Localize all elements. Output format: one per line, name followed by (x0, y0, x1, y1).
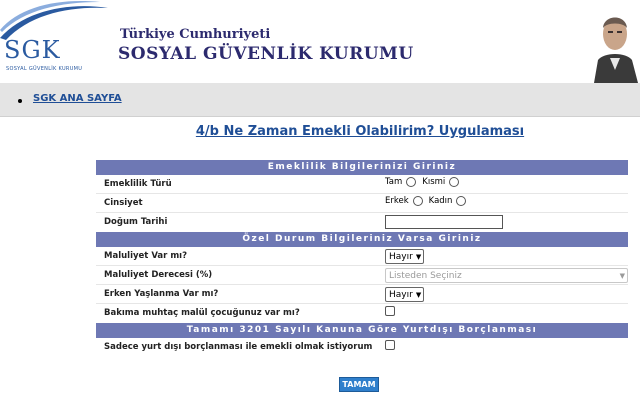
early-aging-label: Erken Yaşlanma Var mı? (104, 289, 219, 299)
row-birth-date: Doğum Tarihi (96, 213, 628, 232)
gender-male-radio[interactable] (412, 196, 423, 206)
option-male-label: Erkek (385, 196, 409, 206)
ataturk-portrait-icon (590, 0, 640, 83)
site-header: SGK SOSYAL GÜVENLİK KURUMU Türkiye Cumhu… (0, 0, 640, 83)
chevron-down-icon: ▼ (415, 252, 422, 261)
disabled-child-checkbox[interactable] (385, 306, 395, 316)
org-name: SOSYAL GÜVENLİK KURUMU (118, 44, 414, 64)
disabled-child-label: Bakıma muhtaç malül çocuğunuz var mı? (104, 308, 300, 318)
abroad-only-label: Sadece yurt dışı borçlanması ile emekli … (104, 342, 373, 352)
retirement-type-radios: Tam Kısmi (385, 177, 465, 187)
section-heading-special: Özel Durum Bilgileriniz Varsa Giriniz (96, 232, 628, 247)
submit-button[interactable]: TAMAM (339, 377, 379, 392)
section-heading-retirement: Emeklilik Bilgilerinizi Giriniz (96, 160, 628, 175)
chevron-down-icon: ▼ (415, 290, 422, 299)
org-country-name: Türkiye Cumhuriyeti (120, 27, 271, 42)
page-title[interactable]: 4/b Ne Zaman Emekli Olabilirim? Uygulama… (0, 124, 640, 139)
retirement-type-full-radio[interactable] (406, 177, 417, 187)
disability-select-value: Hayır (389, 251, 413, 262)
option-full-label: Tam (385, 177, 403, 187)
sgk-logo-swoosh-icon (0, 1, 108, 40)
row-disabled-child: Bakıma muhtaç malül çocuğunuz var mı? (96, 304, 628, 323)
row-gender: Cinsiyet Erkek Kadın (96, 194, 628, 213)
chevron-down-icon: ▼ (619, 271, 625, 280)
row-abroad-only: Sadece yurt dışı borçlanması ile emekli … (96, 338, 628, 357)
sgk-logo-subtitle: SOSYAL GÜVENLİK KURUMU (6, 66, 83, 72)
birth-date-label: Doğum Tarihi (104, 217, 168, 227)
birth-date-input[interactable] (385, 215, 503, 229)
retirement-type-label: Emeklilik Türü (104, 179, 172, 189)
early-aging-select-value: Hayır (389, 289, 413, 300)
retirement-form: Emeklilik Bilgilerinizi Giriniz Emeklili… (96, 160, 628, 357)
disability-degree-label: Maluliyet Derecesi (%) (104, 270, 213, 280)
gender-female-radio[interactable] (456, 196, 467, 206)
section-heading-abroad: Tamamı 3201 Sayılı Kanuna Göre Yurtdışı … (96, 323, 628, 338)
disability-label: Maluliyet Var mı? (104, 251, 188, 261)
retirement-type-partial-radio[interactable] (449, 177, 460, 187)
sgk-home-link[interactable]: SGK ANA SAYFA (33, 93, 122, 104)
option-partial-label: Kısmi (422, 177, 446, 187)
gender-label: Cinsiyet (104, 198, 143, 208)
option-female-label: Kadın (428, 196, 453, 206)
row-early-aging: Erken Yaşlanma Var mı? Hayır ▼ (96, 285, 628, 304)
sgk-logo-text[interactable]: SGK (4, 36, 61, 64)
disability-degree-select-value: Listeden Seçiniz (389, 270, 462, 281)
abroad-only-checkbox[interactable] (385, 340, 395, 350)
bullet-icon (18, 99, 22, 103)
early-aging-select[interactable]: Hayır ▼ (385, 287, 425, 302)
disability-degree-select[interactable]: Listeden Seçiniz ▼ (385, 268, 628, 283)
row-disability: Maluliyet Var mı? Hayır ▼ (96, 247, 628, 266)
disability-select[interactable]: Hayır ▼ (385, 249, 425, 264)
row-retirement-type: Emeklilik Türü Tam Kısmi (96, 175, 628, 194)
gender-radios: Erkek Kadın (385, 196, 472, 206)
row-disability-degree: Maluliyet Derecesi (%) Listeden Seçiniz … (96, 266, 628, 285)
